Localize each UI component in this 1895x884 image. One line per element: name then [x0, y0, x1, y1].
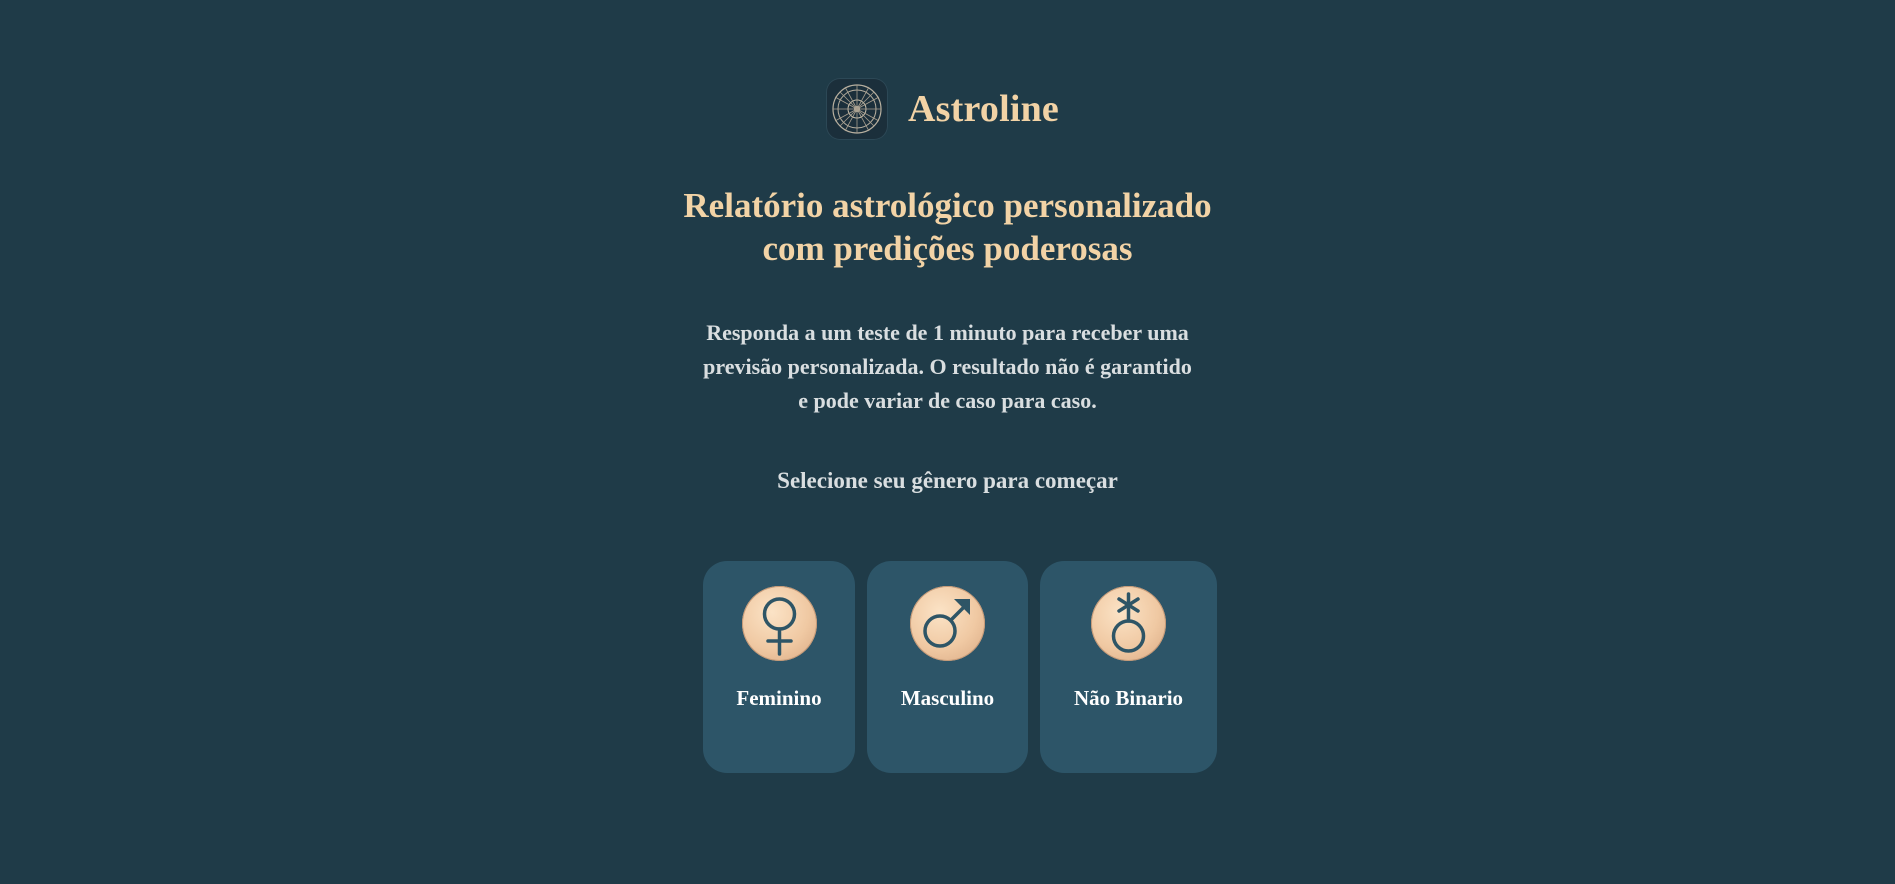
brand-header: Astroline — [0, 78, 1895, 140]
gender-option-label: Não Binario — [1073, 686, 1184, 710]
gender-option-label: Masculino — [900, 686, 995, 710]
gender-option-masculino[interactable]: Masculino — [867, 561, 1028, 773]
gender-option-nao-binario[interactable]: Não Binario — [1040, 561, 1217, 773]
page-title-line-2: com predições poderosas — [762, 229, 1133, 268]
page-title: Relatório astrológico personalizado com … — [0, 184, 1895, 270]
page-title-line-1: Relatório astrológico personalizado — [683, 186, 1212, 225]
description-line-3: e pode variar de caso para caso. — [798, 388, 1097, 413]
zodiac-wheel-icon — [826, 78, 888, 140]
gender-option-label: Feminino — [736, 686, 822, 710]
description-line-2: previsão personalizada. O resultado não … — [703, 354, 1192, 379]
landing-page: Astroline Relatório astrológico personal… — [0, 0, 1895, 884]
gender-options: Feminino Masculino Não Binario — [0, 561, 1895, 773]
brand-name: Astroline — [908, 88, 1059, 130]
female-symbol-icon — [741, 586, 817, 661]
nonbinary-symbol-icon — [1091, 586, 1166, 661]
gender-option-feminino[interactable]: Feminino — [703, 561, 855, 773]
description-line-1: Responda a um teste de 1 minuto para rec… — [706, 320, 1189, 345]
gender-prompt: Selecione seu gênero para começar — [777, 468, 1118, 493]
male-symbol-icon — [910, 586, 985, 661]
page-description: Responda a um teste de 1 minuto para rec… — [0, 316, 1895, 418]
